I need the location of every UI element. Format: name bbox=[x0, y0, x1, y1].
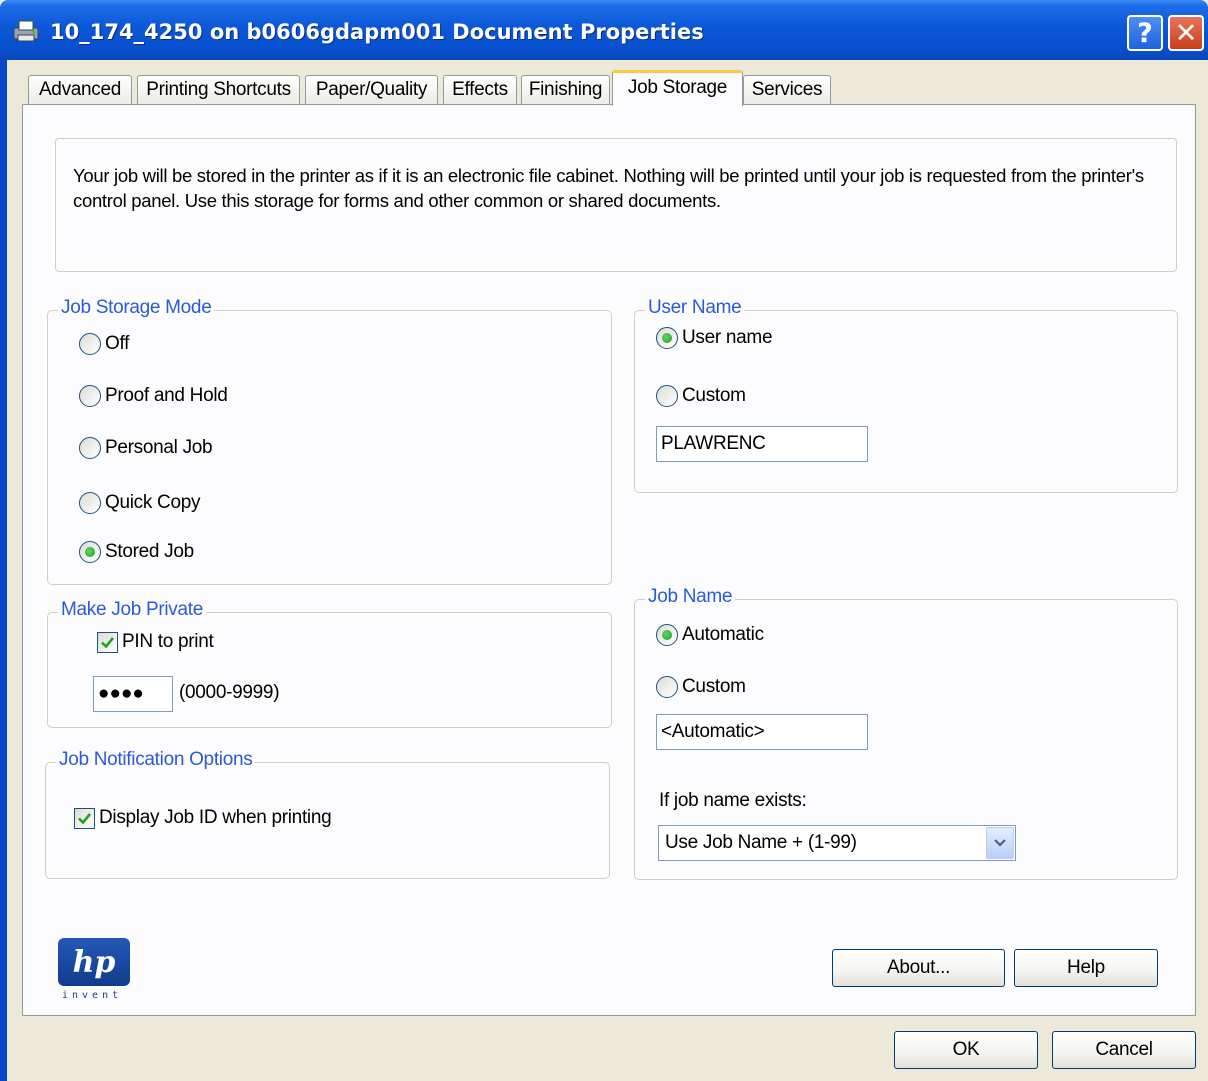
close-icon: ✕ bbox=[1174, 17, 1198, 49]
display-job-id-check[interactable] bbox=[74, 807, 95, 829]
description-box: Your job will be stored in the printer a… bbox=[55, 138, 1177, 272]
radio-personal-job-button[interactable] bbox=[79, 437, 101, 459]
radio-job-custom-label: Custom bbox=[682, 676, 746, 697]
radio-job-custom[interactable]: Custom bbox=[656, 676, 746, 698]
tab-advanced[interactable]: Advanced bbox=[28, 75, 132, 105]
radio-off-label: Off bbox=[105, 333, 130, 354]
checkmark-icon bbox=[78, 812, 92, 824]
hp-logo: hp bbox=[58, 938, 130, 986]
window-border bbox=[0, 60, 7, 1081]
job-name-exists-value: Use Job Name + (1-99) bbox=[665, 832, 857, 853]
pin-to-print-checkbox[interactable]: PIN to print bbox=[97, 631, 214, 653]
radio-user-custom-label: Custom bbox=[682, 385, 746, 406]
tab-effects[interactable]: Effects bbox=[443, 75, 517, 105]
user-name-legend: User Name bbox=[645, 297, 745, 319]
tab-paper-quality[interactable]: Paper/Quality bbox=[305, 75, 438, 105]
job-name-legend: Job Name bbox=[645, 586, 736, 608]
radio-user-name-button[interactable] bbox=[656, 327, 678, 349]
radio-personal-job[interactable]: Personal Job bbox=[79, 437, 213, 459]
pin-to-print-check[interactable] bbox=[97, 631, 118, 653]
chevron-down-icon bbox=[994, 839, 1006, 847]
radio-job-automatic-button[interactable] bbox=[656, 624, 678, 646]
radio-proof-and-hold-label: Proof and Hold bbox=[105, 385, 228, 406]
tab-finishing[interactable]: Finishing bbox=[521, 75, 610, 105]
radio-user-name[interactable]: User name bbox=[656, 327, 773, 349]
job-notification-legend: Job Notification Options bbox=[56, 749, 256, 771]
radio-job-automatic-label: Automatic bbox=[682, 624, 764, 645]
radio-quick-copy-label: Quick Copy bbox=[105, 492, 201, 513]
job-name-exists-label: If job name exists: bbox=[659, 790, 807, 811]
cancel-button[interactable]: Cancel bbox=[1052, 1031, 1196, 1069]
radio-personal-job-label: Personal Job bbox=[105, 437, 213, 458]
radio-stored-job-label: Stored Job bbox=[105, 541, 194, 562]
about-button[interactable]: About... bbox=[832, 949, 1005, 987]
dropdown-button[interactable] bbox=[986, 827, 1014, 859]
radio-job-automatic[interactable]: Automatic bbox=[656, 624, 764, 646]
user-name-input[interactable]: PLAWRENC bbox=[656, 426, 868, 462]
radio-proof-and-hold-button[interactable] bbox=[79, 385, 101, 407]
hp-invent-tagline: invent bbox=[62, 990, 123, 1001]
radio-proof-and-hold[interactable]: Proof and Hold bbox=[79, 385, 228, 407]
radio-off-button[interactable] bbox=[79, 333, 101, 355]
radio-user-custom-button[interactable] bbox=[656, 385, 678, 407]
help-title-button[interactable]: ? bbox=[1127, 15, 1163, 51]
description-text: Your job will be stored in the printer a… bbox=[73, 165, 1144, 211]
help-button[interactable]: Help bbox=[1014, 949, 1158, 987]
title-bar[interactable]: 10_174_4250 on b0606gdapm001 Document Pr… bbox=[0, 0, 1208, 60]
tab-printing-shortcuts[interactable]: Printing Shortcuts bbox=[137, 75, 300, 105]
radio-stored-job[interactable]: Stored Job bbox=[79, 541, 194, 563]
radio-job-custom-button[interactable] bbox=[656, 676, 678, 698]
hp-logo-mark: hp bbox=[72, 944, 116, 980]
radio-stored-job-button[interactable] bbox=[79, 541, 101, 563]
job-name-input[interactable]: <Automatic> bbox=[656, 714, 868, 750]
ok-button[interactable]: OK bbox=[894, 1031, 1038, 1069]
question-mark-icon: ? bbox=[1137, 17, 1153, 49]
job-storage-mode-legend: Job Storage Mode bbox=[58, 297, 215, 319]
pin-to-print-label: PIN to print bbox=[122, 631, 214, 652]
radio-off[interactable]: Off bbox=[79, 333, 129, 355]
document-properties-window: 10_174_4250 on b0606gdapm001 Document Pr… bbox=[0, 0, 1208, 1081]
radio-user-name-label: User name bbox=[682, 327, 773, 348]
checkmark-icon bbox=[101, 636, 115, 648]
make-job-private-legend: Make Job Private bbox=[58, 599, 206, 621]
display-job-id-label: Display Job ID when printing bbox=[99, 807, 332, 828]
tab-services[interactable]: Services bbox=[743, 75, 831, 105]
display-job-id-checkbox[interactable]: Display Job ID when printing bbox=[74, 807, 332, 829]
radio-quick-copy-button[interactable] bbox=[79, 492, 101, 514]
radio-quick-copy[interactable]: Quick Copy bbox=[79, 492, 201, 514]
job-name-exists-dropdown[interactable]: Use Job Name + (1-99) bbox=[658, 825, 1016, 861]
pin-range-label: (0000-9999) bbox=[179, 682, 280, 703]
pin-input[interactable]: ●●●● bbox=[93, 676, 173, 712]
printer-icon bbox=[13, 20, 39, 42]
tab-job-storage[interactable]: Job Storage bbox=[612, 70, 743, 106]
close-button[interactable]: ✕ bbox=[1168, 15, 1204, 51]
window-title: 10_174_4250 on b0606gdapm001 Document Pr… bbox=[50, 20, 704, 44]
radio-user-custom[interactable]: Custom bbox=[656, 385, 746, 407]
